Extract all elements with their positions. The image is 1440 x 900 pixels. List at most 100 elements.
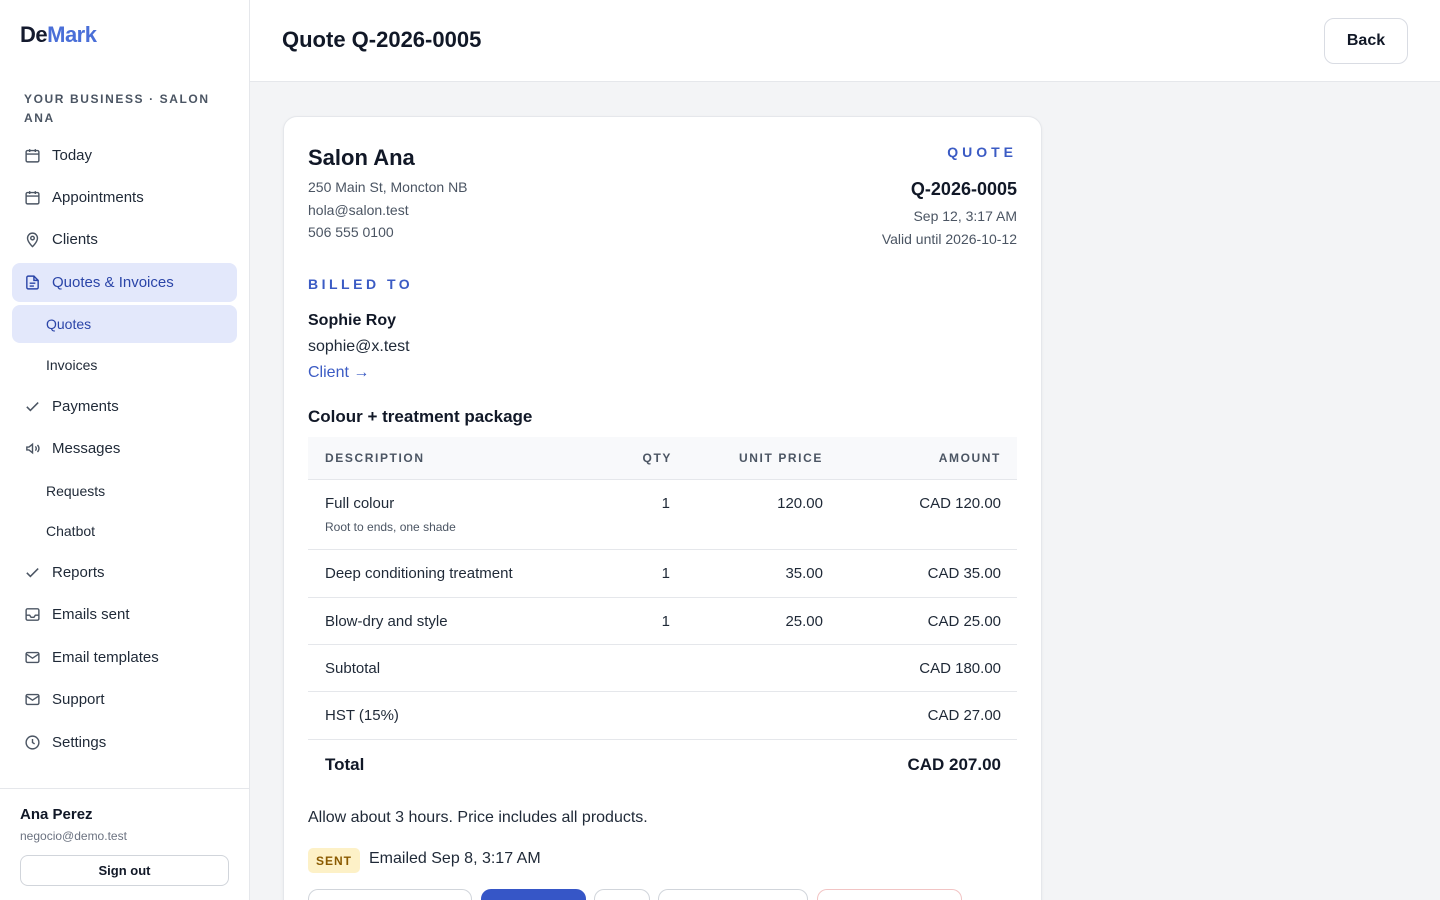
sidebar-subitem-quotes[interactable]: Quotes (12, 305, 237, 343)
sidebar-item-label: Emails sent (52, 606, 130, 623)
sidebar-item-emails-sent[interactable]: Emails sent (12, 595, 237, 634)
sidebar-item-label: Support (52, 691, 105, 708)
sidebar-item-quotes-invoices[interactable]: Quotes & Invoices (12, 263, 237, 302)
status-text: Emailed Sep 8, 3:17 AM (369, 850, 541, 867)
check-icon (24, 398, 41, 415)
sidebar-item-label: Reports (52, 564, 105, 581)
map-pin-icon (24, 231, 41, 248)
sidebar-item-label: Email templates (52, 649, 159, 666)
line-amount: CAD 25.00 (927, 613, 1001, 630)
sidebar-subitem-invoices[interactable]: Invoices (12, 346, 237, 384)
subtotal-value: CAD 180.00 (919, 660, 1001, 677)
column-header-amount: AMOUNT (938, 451, 1001, 465)
sidebar-item-messages[interactable]: Messages (12, 429, 237, 468)
line-amount: CAD 120.00 (919, 495, 1001, 512)
brand-logo[interactable]: DeMark (20, 22, 97, 48)
business-phone: 506 555 0100 (308, 224, 394, 240)
sidebar-item-label: Messages (52, 440, 121, 457)
document-type-label: QUOTE (947, 144, 1017, 160)
sign-out-button[interactable]: Sign out (20, 855, 229, 886)
tax-label: HST (15%) (325, 707, 399, 724)
back-button[interactable]: Back (1324, 18, 1408, 64)
total-row: Total CAD 207.00 (308, 740, 1017, 790)
megaphone-icon (24, 440, 41, 457)
line-qty: 1 (661, 613, 670, 630)
mail-icon (24, 649, 41, 666)
business-address: 250 Main St, Moncton NB (308, 179, 468, 195)
sidebar-item-label: Settings (52, 734, 107, 751)
tax-row: HST (15%) CAD 27.00 (308, 692, 1017, 740)
clock-icon (24, 734, 41, 751)
table-row: Full colour Root to ends, one shade 1 12… (308, 480, 1017, 550)
business-name: Salon Ana (308, 145, 415, 170)
calendar-icon (24, 147, 41, 164)
quote-notes: Allow about 3 hours. Price includes all … (308, 809, 648, 826)
sidebar-item-label: Appointments (52, 189, 144, 206)
user-email: negocio@demo.test (20, 829, 127, 843)
check-icon (24, 564, 41, 581)
line-amount: CAD 35.00 (927, 565, 1001, 582)
tax-value: CAD 27.00 (927, 707, 1001, 724)
line-qty: 1 (661, 565, 670, 582)
total-value: CAD 207.00 (907, 755, 1001, 774)
line-description: Deep conditioning treatment (325, 565, 513, 582)
top-bar: Quote Q-2026-0005 Back (250, 0, 1440, 82)
sidebar-subitem-requests[interactable]: Requests (12, 472, 237, 510)
line-unit-price: 25.00 (785, 613, 823, 630)
sidebar-item-clients[interactable]: Clients (12, 220, 237, 259)
sidebar-item-label: Quotes & Invoices (52, 274, 174, 291)
sidebar-subitem-chatbot[interactable]: Chatbot (12, 512, 237, 550)
sidebar-item-support[interactable]: Support (12, 680, 237, 719)
subtotal-row: Subtotal CAD 180.00 (308, 645, 1017, 692)
sidebar: DeMark YOUR BUSINESS · SALON ANA Today A… (0, 0, 250, 900)
quote-number: Q-2026-0005 (910, 179, 1017, 199)
client-email: sophie@x.test (308, 338, 410, 355)
table-header: DESCRIPTION QTY UNIT PRICE AMOUNT (308, 437, 1017, 480)
client-link[interactable]: Client → (308, 364, 369, 382)
sidebar-item-payments[interactable]: Payments (12, 387, 237, 426)
billed-to-label: BILLED TO (308, 276, 414, 292)
quote-date: Sep 12, 3:17 AM (913, 208, 1017, 224)
table-row: Deep conditioning treatment 1 35.00 CAD … (308, 550, 1017, 598)
client-name: Sophie Roy (308, 312, 397, 329)
column-header-unit-price: UNIT PRICE (738, 451, 823, 465)
brand-logo-part2: Mark (47, 22, 97, 47)
sidebar-item-label: Today (52, 147, 93, 164)
sidebar-item-label: Payments (52, 398, 119, 415)
inbox-icon (24, 606, 41, 623)
business-email: hola@salon.test (308, 202, 409, 218)
column-header-qty: QTY (642, 451, 672, 465)
action-button[interactable] (594, 889, 650, 900)
line-qty: 1 (661, 495, 670, 512)
quote-valid-until: Valid until 2026-10-12 (881, 231, 1017, 247)
page-title: Quote Q-2026-0005 (282, 27, 482, 52)
calendar-icon (24, 189, 41, 206)
user-name: Ana Perez (20, 806, 93, 823)
subtotal-label: Subtotal (325, 660, 381, 677)
brand-logo-part1: De (20, 22, 48, 47)
status-badge: SENT (308, 848, 361, 873)
mail-icon (24, 691, 41, 708)
quote-document: Salon Ana 250 Main St, Moncton NB hola@s… (283, 116, 1042, 900)
line-description: Full colour (325, 495, 395, 512)
line-unit-price: 120.00 (777, 495, 823, 512)
document-icon (24, 274, 41, 291)
column-header-description: DESCRIPTION (325, 451, 425, 465)
sidebar-item-settings[interactable]: Settings (12, 723, 237, 762)
action-button[interactable] (308, 889, 472, 900)
danger-action-button[interactable] (817, 889, 962, 900)
package-title: Colour + treatment package (308, 407, 533, 426)
total-label: Total (325, 755, 365, 774)
sidebar-item-email-templates[interactable]: Email templates (12, 638, 237, 677)
sidebar-item-label: Clients (52, 231, 98, 248)
sidebar-item-appointments[interactable]: Appointments (12, 178, 237, 217)
action-button[interactable] (658, 889, 808, 900)
sidebar-item-reports[interactable]: Reports (12, 553, 237, 592)
primary-action-button[interactable] (481, 889, 586, 900)
sidebar-item-today[interactable]: Today (12, 136, 237, 175)
line-note: Root to ends, one shade (325, 520, 456, 534)
sidebar-user-panel: Ana Perez negocio@demo.test Sign out (0, 788, 249, 900)
business-label: YOUR BUSINESS · SALON ANA (24, 92, 210, 125)
line-unit-price: 35.00 (785, 565, 823, 582)
table-row: Blow-dry and style 1 25.00 CAD 25.00 (308, 598, 1017, 645)
